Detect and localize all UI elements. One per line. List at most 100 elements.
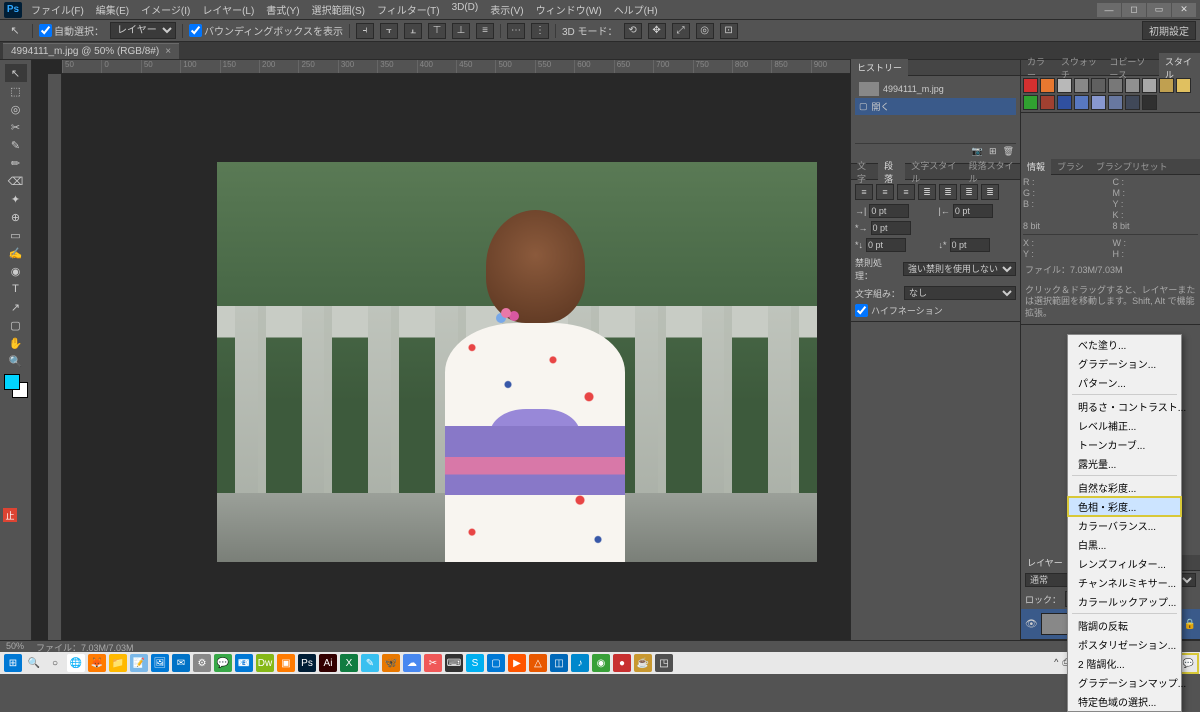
menu-item[interactable]: レイヤー(L) <box>197 0 259 19</box>
swatch[interactable] <box>1142 78 1157 93</box>
swatch[interactable] <box>1125 78 1140 93</box>
tool[interactable]: ⊕ <box>5 208 27 226</box>
align-icon[interactable]: ⫟ <box>380 23 398 39</box>
document-tab[interactable]: 4994111_m.jpg @ 50% (RGB/8#) × <box>3 43 179 59</box>
context-menu-item[interactable]: 色相・彩度... <box>1068 497 1181 516</box>
panel-tab[interactable]: レイヤー <box>1021 554 1069 571</box>
panel-tab[interactable]: 段落 <box>878 157 905 187</box>
align-icon[interactable]: ⫞ <box>356 23 374 39</box>
taskbar-app-icon[interactable]: △ <box>529 654 547 672</box>
history-tab[interactable]: ヒストリー <box>851 59 908 76</box>
tool[interactable]: ◎ <box>5 100 27 118</box>
visibility-icon[interactable]: 👁 <box>1025 619 1037 630</box>
bbox-checkbox[interactable]: バウンディングボックスを表示 <box>189 23 343 38</box>
fg-color[interactable] <box>4 374 20 390</box>
window-button[interactable]: ✕ <box>1172 3 1196 17</box>
mode3d-icon[interactable]: ⊡ <box>720 23 738 39</box>
notification-icon[interactable]: 💬 <box>1181 656 1196 671</box>
menu-item[interactable]: 表示(V) <box>485 0 528 19</box>
taskbar-app-icon[interactable]: Ai <box>319 654 337 672</box>
tool[interactable]: ✂ <box>5 118 27 136</box>
window-button[interactable]: — <box>1097 3 1121 17</box>
taskbar-app-icon[interactable]: 📧 <box>235 654 253 672</box>
swatch[interactable] <box>1023 95 1038 110</box>
context-menu-item[interactable]: カラーバランス... <box>1068 516 1181 535</box>
history-camera-icon[interactable]: 📷 <box>972 146 983 157</box>
swatch[interactable] <box>1040 95 1055 110</box>
taskbar-app-icon[interactable]: ▣ <box>277 654 295 672</box>
taskbar-app-icon[interactable]: ▢ <box>487 654 505 672</box>
tool[interactable]: ✦ <box>5 190 27 208</box>
taskbar-app-icon[interactable]: ⊞ <box>4 654 22 672</box>
taskbar-app-icon[interactable]: ◉ <box>592 654 610 672</box>
panel-tab[interactable]: ブラシ <box>1051 158 1090 175</box>
context-menu-item[interactable]: レベル補正... <box>1068 416 1181 435</box>
tool[interactable]: ⬚ <box>5 82 27 100</box>
taskbar-app-icon[interactable]: X <box>340 654 358 672</box>
taskbar-app-icon[interactable]: 🦋 <box>382 654 400 672</box>
quick-mask-icon[interactable]: 止 <box>3 508 17 522</box>
taskbar-app-icon[interactable]: Dw <box>256 654 274 672</box>
context-menu-item[interactable]: ポスタリゼーション... <box>1068 635 1181 654</box>
indent-left[interactable]: →| <box>855 204 933 218</box>
tool[interactable]: ▭ <box>5 226 27 244</box>
swatch[interactable] <box>1057 95 1072 110</box>
history-step[interactable]: ▢開く <box>855 98 1016 115</box>
kinsoku-select[interactable]: 強い禁則を使用しない <box>903 262 1016 276</box>
tool[interactable]: ✍ <box>5 244 27 262</box>
mode3d-icon[interactable]: ⟲ <box>624 23 642 39</box>
space-after[interactable]: ↓* <box>939 238 1017 252</box>
justify-icon[interactable]: ≣ <box>939 184 957 200</box>
taskbar-app-icon[interactable]: 📝 <box>130 654 148 672</box>
panel-tab[interactable]: 文字スタイル <box>905 157 962 187</box>
align-icon[interactable]: ⫠ <box>404 23 422 39</box>
tool[interactable]: ⌫ <box>5 172 27 190</box>
document-canvas[interactable] <box>217 162 817 562</box>
context-menu-item[interactable]: グラデーションマップ... <box>1068 673 1181 692</box>
align-center-icon[interactable]: ≡ <box>876 184 894 200</box>
menu-item[interactable]: 書式(Y) <box>261 0 304 19</box>
align-left-icon[interactable]: ≡ <box>855 184 873 200</box>
mojikumi-select[interactable]: なし <box>904 286 1016 300</box>
zoom-level[interactable]: 50% <box>6 641 24 652</box>
taskbar-app-icon[interactable]: 💬 <box>214 654 232 672</box>
menu-item[interactable]: フィルター(T) <box>372 0 445 19</box>
taskbar-app-icon[interactable]: ⚙ <box>193 654 211 672</box>
close-tab-icon[interactable]: × <box>165 46 171 57</box>
swatch[interactable] <box>1159 78 1174 93</box>
context-menu-item[interactable]: べた塗り... <box>1068 335 1181 354</box>
taskbar-app-icon[interactable]: Ps <box>298 654 316 672</box>
taskbar-app-icon[interactable]: ◳ <box>655 654 673 672</box>
context-menu-item[interactable]: 自然な彩度... <box>1068 478 1181 497</box>
menu-item[interactable]: ヘルプ(H) <box>609 0 663 19</box>
auto-select-target[interactable]: レイヤー <box>110 22 176 39</box>
taskbar-app-icon[interactable]: 🔍 <box>25 654 43 672</box>
swatch[interactable] <box>1074 95 1089 110</box>
mode3d-icon[interactable]: ⤢ <box>672 23 690 39</box>
window-button[interactable]: ▭ <box>1147 3 1171 17</box>
context-menu-item[interactable]: 白黒... <box>1068 535 1181 554</box>
taskbar-app-icon[interactable]: S <box>466 654 484 672</box>
panel-tab[interactable]: 段落スタイル <box>963 157 1020 187</box>
history-source[interactable]: 4994111_m.jpg <box>855 80 1016 98</box>
history-trash-icon[interactable]: 🗑 <box>1003 146 1014 157</box>
hyphenation-checkbox[interactable]: ハイフネーション <box>855 304 1016 317</box>
justify-icon[interactable]: ≣ <box>918 184 936 200</box>
taskbar-app-icon[interactable]: ◫ <box>550 654 568 672</box>
taskbar-app-icon[interactable]: 📁 <box>109 654 127 672</box>
justify-all-icon[interactable]: ≣ <box>981 184 999 200</box>
tray-icon[interactable]: ^ <box>1054 657 1058 670</box>
taskbar-app-icon[interactable]: ✂ <box>424 654 442 672</box>
taskbar-app-icon[interactable]: ✎ <box>361 654 379 672</box>
tool[interactable]: T <box>5 280 27 298</box>
mode3d-icon[interactable]: ✥ <box>648 23 666 39</box>
tool[interactable]: 🔍 <box>5 352 27 370</box>
context-menu-item[interactable]: トーンカーブ... <box>1068 435 1181 454</box>
context-menu-item[interactable]: 特定色域の選択... <box>1068 692 1181 711</box>
distribute-icon[interactable]: ⋯ <box>507 23 525 39</box>
swatch[interactable] <box>1074 78 1089 93</box>
align-icon[interactable]: ⊤ <box>428 23 446 39</box>
taskbar-app-icon[interactable]: ⌨ <box>445 654 463 672</box>
align-icon[interactable]: ≡ <box>476 23 494 39</box>
window-button[interactable]: ◻ <box>1122 3 1146 17</box>
